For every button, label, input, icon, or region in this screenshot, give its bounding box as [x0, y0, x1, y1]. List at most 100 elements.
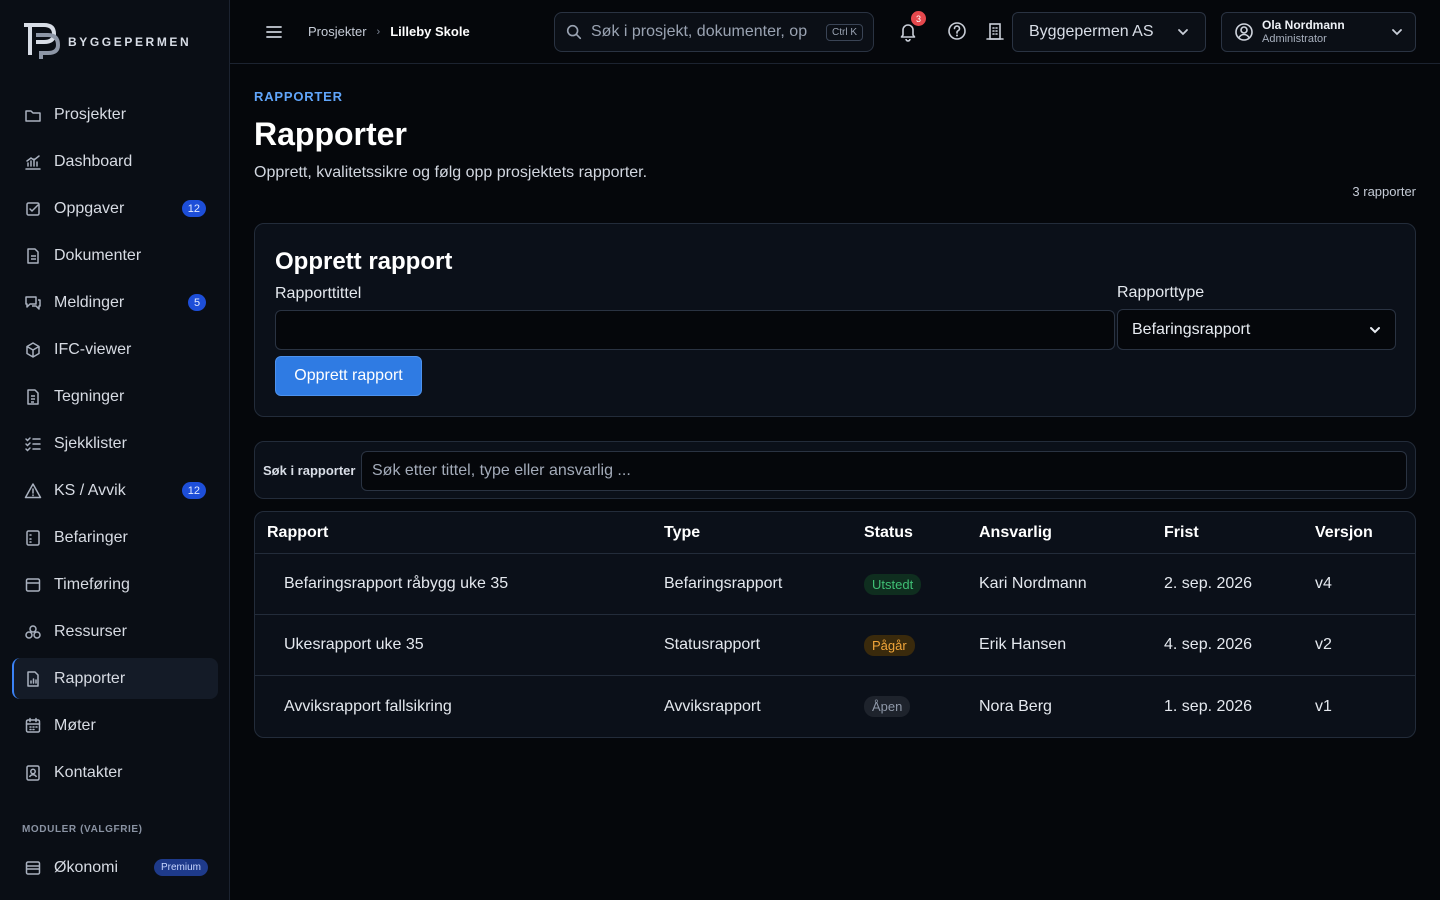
status-badge: Utstedt [864, 573, 922, 595]
report-title-label: Rapporttittel [275, 285, 362, 302]
cell-ansvarlig: Nora Berg [979, 697, 1052, 715]
create-report-title: Opprett rapport [275, 248, 453, 275]
sidebar-item-dashboard[interactable]: Dashboard [12, 141, 218, 182]
organization-select[interactable]: Byggepermen AS [1012, 12, 1206, 52]
sidebar-item-rapporter[interactable]: Rapporter [12, 658, 218, 699]
sidebar-item-sjekklister[interactable]: Sjekklister [12, 423, 218, 464]
meeting-icon [24, 717, 42, 735]
page-subtitle: Opprett, kvalitetssikre og følg opp pros… [254, 164, 648, 181]
notifications-button[interactable]: 3 [897, 11, 926, 42]
column-header-frist[interactable]: Frist [1164, 524, 1315, 542]
cell-versjon: v1 [1315, 697, 1332, 715]
app-logo[interactable]: BYGGEPERMEN [22, 20, 191, 62]
modules-section-label: MODULER (VALGFRIE) [22, 824, 143, 835]
sidebar-item-oppgaver[interactable]: Oppgaver 12 [12, 188, 218, 229]
cell-ansvarlig: Erik Hansen [979, 636, 1067, 653]
drawing-icon [24, 388, 42, 406]
sidebar-item-tegninger[interactable]: Tegninger [12, 376, 218, 417]
sidebar-item-label: Befaringer [54, 528, 128, 546]
user-role: Administrator [1262, 33, 1327, 45]
page-eyebrow: RAPPORTER [254, 89, 343, 104]
company-button[interactable] [984, 20, 1006, 42]
breadcrumb: Prosjekter › Lilleby Skole [308, 24, 470, 39]
sidebar-item-befaringer[interactable]: Befaringer [12, 517, 218, 558]
page-title: Rapporter [254, 116, 407, 152]
table-header: Rapport Type Status Ansvarlig Frist Vers… [255, 512, 1415, 554]
search-shortcut: Ctrl K [826, 23, 863, 41]
report-icon [24, 670, 42, 688]
sidebar-item-label: Økonomi [54, 858, 119, 876]
sidebar-item-label: Oppgaver [54, 199, 125, 217]
cell-status: Åpen [864, 696, 979, 717]
breadcrumb-projects[interactable]: Prosjekter [308, 24, 367, 39]
folder-icon [24, 106, 42, 124]
sidebar-item-moter[interactable]: Møter [12, 705, 218, 746]
report-title-input[interactable] [275, 310, 1115, 350]
global-search-input[interactable] [591, 23, 807, 41]
global-search[interactable]: Ctrl K [554, 12, 874, 52]
column-header-type[interactable]: Type [664, 524, 864, 542]
count-badge: 5 [188, 294, 206, 311]
contact-icon [24, 764, 42, 782]
table-row[interactable]: Avviksrapport fallsikring Avviksrapport Åp… [255, 676, 1415, 737]
cell-frist: 4. sep. 2026 [1164, 636, 1253, 653]
sidebar-item-label: Dokumenter [54, 246, 142, 264]
breadcrumb-current: Lilleby Skole [390, 24, 470, 39]
menu-icon[interactable] [264, 22, 284, 42]
column-header-ansvarlig[interactable]: Ansvarlig [979, 524, 1164, 542]
create-report-button[interactable]: Opprett rapport [275, 356, 422, 396]
reports-table: Rapport Type Status Ansvarlig Frist Vers… [254, 511, 1416, 738]
sidebar-item-okonomi[interactable]: Økonomi Premium [12, 847, 218, 888]
report-type-select[interactable]: Befaringsrapport [1117, 309, 1396, 350]
wallet-icon [24, 859, 42, 877]
sidebar-item-label: Ressurser [54, 622, 127, 640]
sidebar-item-ifc-viewer[interactable]: IFC-viewer [12, 329, 218, 370]
column-header-status[interactable]: Status [864, 524, 979, 542]
report-type-value: Befaringsrapport [1132, 320, 1251, 338]
warning-icon [24, 482, 42, 500]
cell-rapport[interactable]: Ukesrapport uke 35 [255, 636, 664, 654]
messages-icon [24, 294, 42, 312]
sidebar: BYGGEPERMEN Prosjekter Dashboard Oppgaver 1… [0, 0, 230, 900]
filter-label: Søk i rapporter [263, 463, 356, 478]
sidebar-item-label: Møter [54, 716, 96, 734]
user-name: Ola Nordmann [1262, 18, 1345, 32]
sidebar-item-timeforing[interactable]: Timeføring [12, 564, 218, 605]
sidebar-item-kontakter[interactable]: Kontakter [12, 752, 218, 793]
sidebar-item-dokumenter[interactable]: Dokumenter [12, 235, 218, 276]
inspection-icon [24, 529, 42, 547]
sidebar-item-label: Kontakter [54, 763, 123, 781]
count-badge: 12 [181, 482, 206, 499]
sidebar-nav: Prosjekter Dashboard Oppgaver 12 Dokumenter M… [12, 94, 218, 799]
user-avatar-icon [1235, 23, 1253, 41]
sidebar-item-ks-avvik[interactable]: KS / Avvik 12 [12, 470, 218, 511]
table-row[interactable]: Befaringsrapport råbygg uke 35 Befaringsr… [255, 554, 1415, 615]
sidebar-item-meldinger[interactable]: Meldinger 5 [12, 282, 218, 323]
search-icon [566, 24, 582, 40]
create-report-card: Opprett rapport Rapporttittel Rapporttyp… [254, 223, 1416, 417]
sidebar-item-label: IFC-viewer [54, 340, 132, 358]
cell-rapport[interactable]: Befaringsrapport råbygg uke 35 [255, 575, 664, 593]
cell-rapport[interactable]: Avviksrapport fallsikring [255, 698, 664, 716]
document-icon [24, 247, 42, 265]
column-header-rapport[interactable]: Rapport [255, 524, 664, 542]
sidebar-item-prosjekter[interactable]: Prosjekter [12, 94, 218, 135]
breadcrumb-separator: › [376, 25, 381, 38]
chevron-down-icon [1178, 29, 1188, 36]
table-row[interactable]: Ukesrapport uke 35 Statusrapport Pågår Erik… [255, 615, 1415, 676]
sidebar-item-ressurser[interactable]: Ressurser [12, 611, 218, 652]
sidebar-item-label: Prosjekter [54, 105, 127, 123]
help-button[interactable] [946, 20, 968, 42]
cell-versjon: v2 [1315, 636, 1332, 653]
calendar-icon [24, 576, 42, 594]
count-badge: 12 [181, 200, 206, 217]
sidebar-modules: Økonomi Premium [12, 847, 218, 894]
chevron-down-icon [1392, 29, 1402, 36]
user-menu[interactable]: Ola Nordmann Administrator [1221, 12, 1416, 52]
cell-ansvarlig: Kari Nordmann [979, 575, 1087, 592]
report-search-input[interactable]: Søk etter tittel, type eller ansvarlig .… [361, 451, 1407, 491]
sidebar-item-label: Meldinger [54, 293, 125, 311]
column-header-versjon[interactable]: Versjon [1315, 524, 1415, 542]
cell-type: Avviksrapport [664, 697, 761, 715]
cell-type: Befaringsrapport [664, 575, 783, 592]
